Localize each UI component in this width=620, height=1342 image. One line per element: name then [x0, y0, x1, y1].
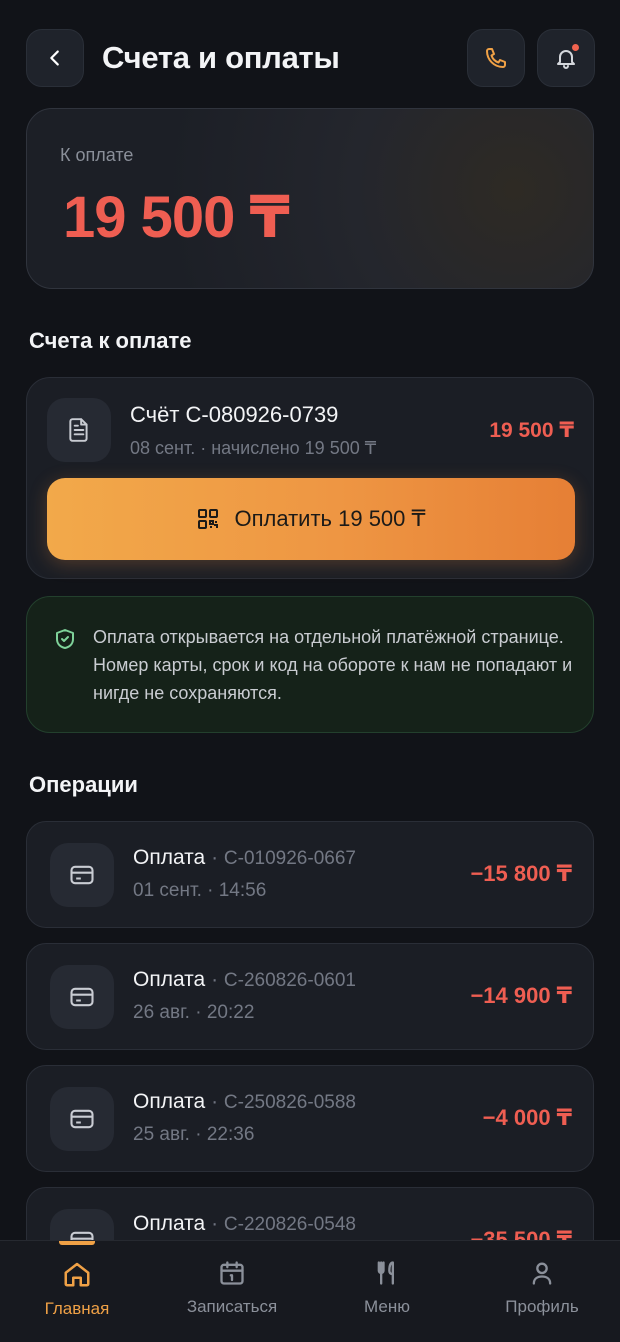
- amount-due-label: К оплате: [60, 145, 134, 165]
- operation-icon-tile: [50, 843, 114, 907]
- operation-icon-tile: [50, 1087, 114, 1151]
- operation-id: С-010926-0667: [223, 848, 356, 869]
- operation-item[interactable]: Оплата · С-250826-0588 25 авг. · 22:36 −…: [26, 1065, 594, 1172]
- security-notice: Оплата открывается на отдельной платёжно…: [26, 596, 594, 733]
- operation-date: 01 сент. · 14:56: [133, 880, 267, 901]
- shield-check-icon: [56, 629, 74, 649]
- operation-amount: −14 900 ₸: [470, 983, 572, 1008]
- operation-amount: −15 800 ₸: [470, 861, 572, 886]
- invoice-icon-tile: [47, 398, 111, 462]
- bottom-nav: Главная Записаться Меню Профиль: [0, 1240, 620, 1342]
- amount-due-card: К оплате 19 500 ₸: [26, 108, 594, 289]
- operation-type: Оплата: [133, 968, 206, 991]
- document-icon: [69, 418, 88, 442]
- nav-label-booking: Записаться: [186, 1297, 278, 1316]
- operation-id: С-250826-0588: [223, 1092, 356, 1113]
- nav-item-home[interactable]: Главная: [7, 1259, 147, 1319]
- operation-title: Оплата · С-250826-0588: [133, 1090, 356, 1113]
- invoice-amount: 19 500 ₸: [489, 419, 574, 442]
- active-tab-indicator: [59, 1241, 95, 1245]
- operations-section-title: Операции: [29, 772, 138, 797]
- operation-item[interactable]: Оплата · С-260826-0601 26 авг. · 20:22 −…: [26, 943, 594, 1050]
- call-button[interactable]: [467, 29, 525, 87]
- phone-icon: [486, 48, 506, 68]
- invoices-section-title: Счета к оплате: [29, 328, 192, 353]
- calendar-icon: [220, 1261, 244, 1285]
- notification-dot: [572, 44, 579, 51]
- operation-date: 25 авг. · 22:36: [133, 1124, 255, 1145]
- qr-code-icon: [198, 509, 219, 529]
- operation-title: Оплата · С-010926-0667: [133, 846, 356, 869]
- invoice-title: Счёт С-080926-0739: [130, 402, 339, 427]
- pay-button-label: Оплатить 19 500 ₸: [234, 506, 426, 531]
- home-icon: [64, 1262, 90, 1287]
- back-button[interactable]: [26, 29, 84, 87]
- cutlery-icon: [377, 1261, 394, 1285]
- notifications-button[interactable]: [537, 29, 595, 87]
- operation-icon-tile: [50, 965, 114, 1029]
- chevron-left-icon: [50, 50, 59, 66]
- operation-amount: −4 000 ₸: [482, 1105, 572, 1130]
- card-icon: [70, 865, 94, 885]
- operation-type: Оплата: [133, 1212, 206, 1235]
- operation-type: Оплата: [133, 1090, 206, 1113]
- pay-button[interactable]: Оплатить 19 500 ₸: [47, 478, 575, 560]
- invoice-card: Счёт С-080926-0739 08 сент. · начислено …: [26, 377, 594, 579]
- operation-title: Оплата · С-260826-0601: [133, 968, 356, 991]
- nav-label-menu: Меню: [364, 1297, 410, 1316]
- operation-id: С-220826-0548: [223, 1214, 356, 1235]
- nav-label-home: Главная: [44, 1299, 110, 1318]
- operation-title: Оплата · С-220826-0548: [133, 1212, 356, 1235]
- page-title: Счета и оплаты: [102, 40, 340, 75]
- amount-due-value: 19 500 ₸: [63, 185, 290, 250]
- nav-item-menu[interactable]: Меню: [317, 1259, 457, 1317]
- security-notice-text: Оплата открывается на отдельной платёжно…: [93, 627, 573, 703]
- operation-date: 26 авг. · 20:22: [133, 1002, 255, 1023]
- nav-item-booking[interactable]: Записаться: [162, 1259, 302, 1317]
- card-icon: [70, 1109, 94, 1129]
- card-icon: [70, 987, 94, 1007]
- user-icon: [532, 1262, 552, 1285]
- nav-label-profile: Профиль: [505, 1297, 579, 1316]
- operation-id: С-260826-0601: [223, 970, 356, 991]
- operation-item[interactable]: Оплата · С-010926-0667 01 сент. · 14:56 …: [26, 821, 594, 928]
- invoice-subtitle: 08 сент. · начислено 19 500 ₸: [130, 438, 377, 458]
- operation-type: Оплата: [133, 846, 206, 869]
- nav-item-profile[interactable]: Профиль: [472, 1259, 612, 1317]
